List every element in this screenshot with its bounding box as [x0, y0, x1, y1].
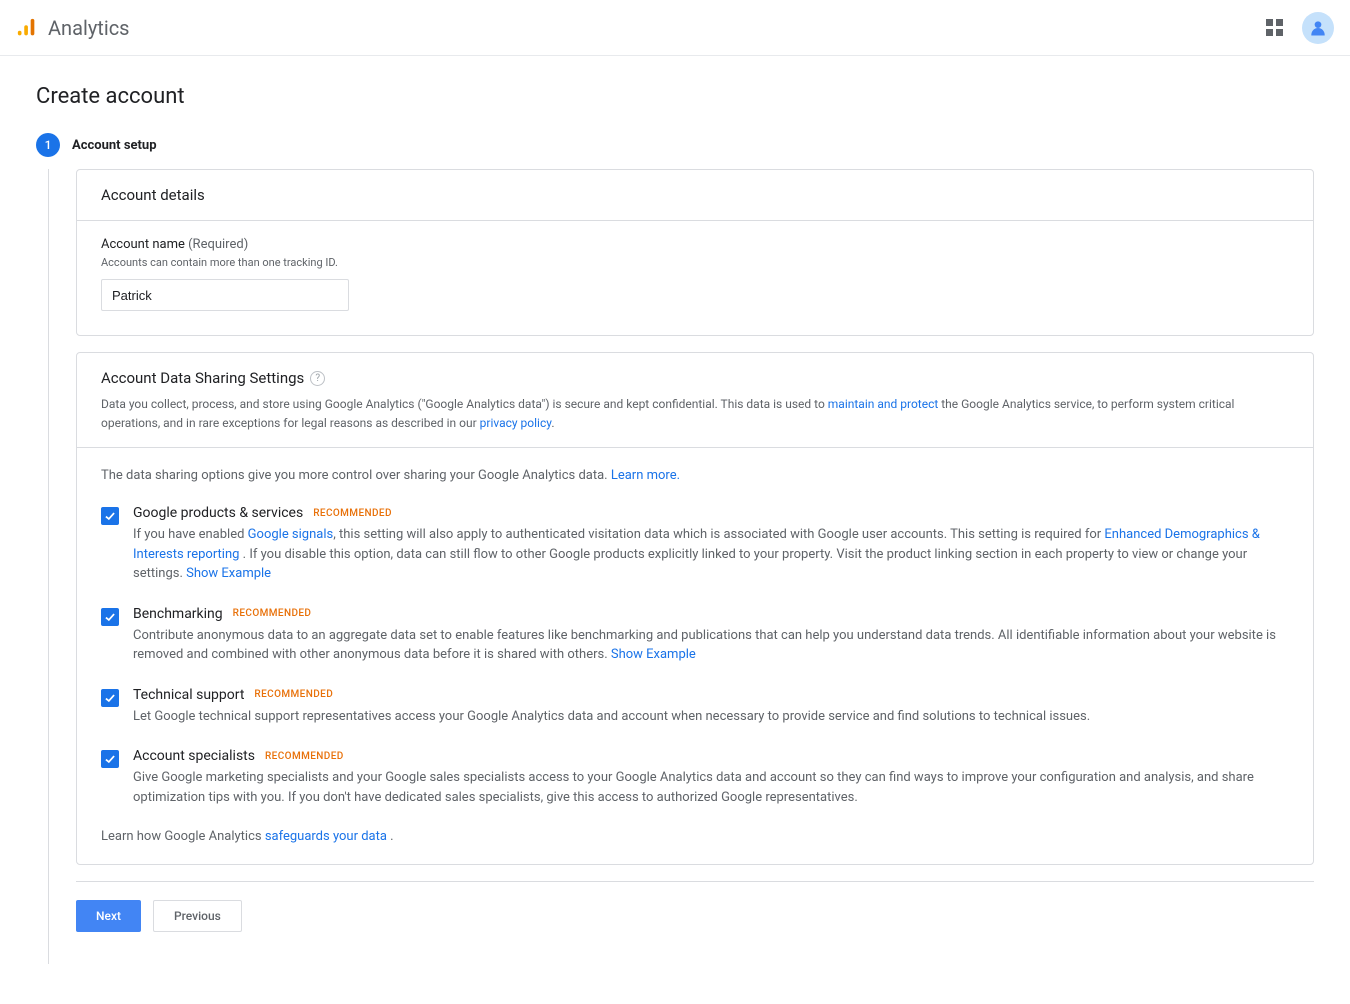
recommended-badge: RECOMMENDED: [233, 608, 312, 619]
recommended-badge: RECOMMENDED: [313, 508, 392, 519]
previous-button[interactable]: Previous: [153, 900, 242, 932]
app-header: Analytics: [0, 0, 1350, 56]
avatar[interactable]: [1302, 12, 1334, 44]
card-heading-account-details: Account details: [77, 170, 1313, 220]
next-button[interactable]: Next: [76, 900, 141, 932]
step-header: 1 Account setup: [36, 133, 1314, 157]
google-signals-link[interactable]: Google signals: [248, 527, 334, 542]
account-name-input[interactable]: [101, 279, 349, 311]
learn-more-link[interactable]: Learn more.: [611, 468, 680, 483]
option-description: Contribute anonymous data to an aggregat…: [133, 626, 1289, 665]
account-name-label: Account name: [101, 237, 185, 252]
recommended-badge: RECOMMENDED: [265, 751, 344, 762]
account-name-hint: Accounts can contain more than one track…: [101, 256, 1289, 269]
option-account-specialists: Account specialists RECOMMENDED Give Goo…: [77, 748, 1313, 829]
option-google-products: Google products & services RECOMMENDED I…: [77, 505, 1313, 606]
analytics-logo-icon: [16, 17, 38, 39]
option-title: Benchmarking: [133, 606, 223, 622]
checkbox-technical-support[interactable]: [101, 689, 119, 707]
option-technical-support: Technical support RECOMMENDED Let Google…: [77, 687, 1313, 749]
required-indicator: (Required): [188, 237, 248, 252]
option-description: Let Google technical support representat…: [133, 707, 1289, 727]
data-sharing-description: Data you collect, process, and store usi…: [101, 395, 1289, 433]
data-sharing-card: Account Data Sharing Settings ? Data you…: [76, 352, 1314, 865]
maintain-protect-link[interactable]: maintain and protect: [828, 397, 939, 411]
checkbox-account-specialists[interactable]: [101, 750, 119, 768]
option-title: Google products & services: [133, 505, 303, 521]
option-description: If you have enabled Google signals, this…: [133, 525, 1289, 584]
checkbox-google-products[interactable]: [101, 507, 119, 525]
account-details-card: Account details Account name (Required) …: [76, 169, 1314, 336]
option-description: Give Google marketing specialists and yo…: [133, 768, 1289, 807]
show-example-link[interactable]: Show Example: [186, 566, 271, 581]
card-heading-data-sharing: Account Data Sharing Settings: [101, 369, 304, 387]
apps-grid-icon[interactable]: [1266, 19, 1284, 37]
step-label: Account setup: [72, 138, 157, 153]
product-name: Analytics: [48, 16, 130, 40]
step-number-badge: 1: [36, 133, 60, 157]
option-title: Technical support: [133, 687, 244, 703]
show-example-link[interactable]: Show Example: [611, 647, 696, 662]
sharing-intro: The data sharing options give you more c…: [101, 468, 1289, 483]
action-buttons: Next Previous: [76, 881, 1314, 932]
page-title: Create account: [36, 84, 1314, 109]
help-icon[interactable]: ?: [310, 371, 325, 386]
safeguards-link[interactable]: safeguards your data: [265, 829, 387, 844]
logo-area: Analytics: [16, 16, 130, 40]
recommended-badge: RECOMMENDED: [254, 689, 333, 700]
option-title: Account specialists: [133, 748, 255, 764]
option-benchmarking: Benchmarking RECOMMENDED Contribute anon…: [77, 606, 1313, 687]
header-actions: [1266, 12, 1334, 44]
checkbox-benchmarking[interactable]: [101, 608, 119, 626]
safeguard-text: Learn how Google Analytics safeguards yo…: [77, 829, 1313, 864]
privacy-policy-link[interactable]: privacy policy: [480, 416, 552, 430]
